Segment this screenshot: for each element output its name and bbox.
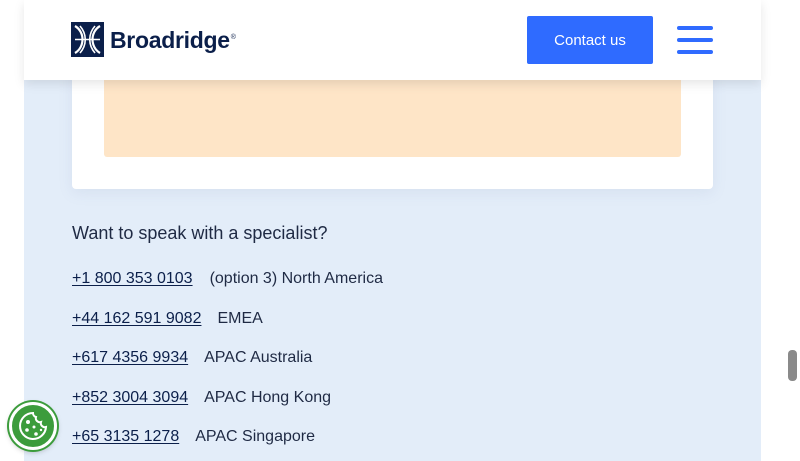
phone-region: APAC Singapore — [195, 428, 315, 445]
menu-bar — [677, 38, 713, 42]
phone-region: (option 3) North America — [209, 270, 383, 287]
hamburger-menu-icon[interactable] — [675, 24, 713, 56]
brand-name: Broadridge® — [110, 27, 236, 53]
menu-bar — [677, 50, 713, 54]
site-header: Broadridge® Contact us — [24, 0, 761, 80]
cookie-icon — [19, 411, 48, 440]
broadridge-logo-icon — [71, 22, 104, 57]
phone-region: APAC Hong Kong — [204, 389, 332, 406]
phone-region: APAC Australia — [204, 349, 313, 366]
brand-logo-link[interactable]: Broadridge® — [71, 22, 236, 57]
specialist-question: Want to speak with a specialist? — [72, 223, 328, 243]
phone-link[interactable]: +852 3004 3094 — [72, 389, 188, 406]
phone-row: +1 800 353 0103 (option 3) North America — [72, 270, 383, 288]
phone-row: +852 3004 3094 APAC Hong Kong — [72, 389, 331, 407]
phone-link[interactable]: +617 4356 9934 — [72, 349, 188, 366]
phone-link[interactable]: +1 800 353 0103 — [72, 270, 193, 287]
menu-bar — [677, 26, 713, 30]
phone-region: EMEA — [217, 310, 263, 327]
scrollbar-thumb[interactable] — [788, 350, 797, 381]
contact-us-button[interactable]: Contact us — [527, 16, 653, 64]
phone-row: +65 3135 1278 APAC Singapore — [72, 428, 315, 446]
phone-link[interactable]: +65 3135 1278 — [72, 428, 179, 445]
phone-row: +617 4356 9934 APAC Australia — [72, 349, 312, 367]
cookie-settings-button[interactable] — [9, 402, 57, 450]
phone-row: +44 162 591 9082 EMEA — [72, 310, 263, 328]
phone-link[interactable]: +44 162 591 9082 — [72, 310, 201, 327]
registered-mark: ® — [230, 34, 236, 42]
